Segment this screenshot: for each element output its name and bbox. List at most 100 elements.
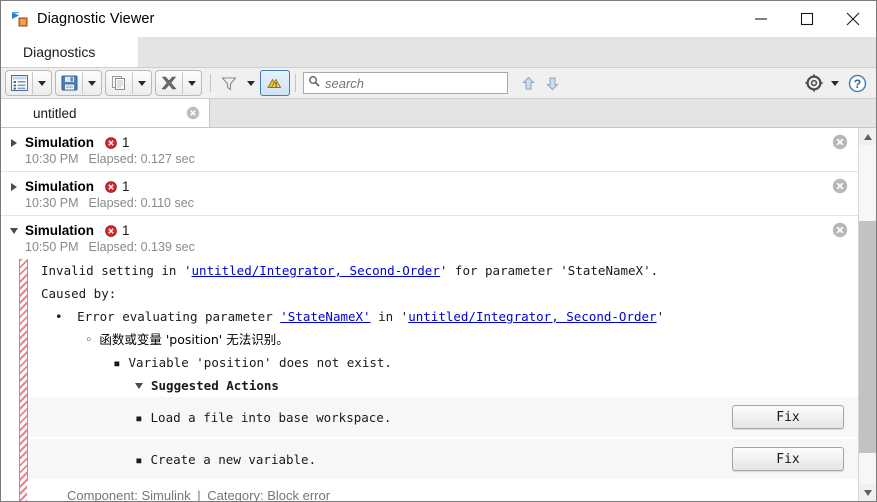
simulation-row[interactable]: Simulation 1 10:50 PM Elapsed: 0.139 sec <box>1 216 858 259</box>
suggested-action-row: Create a new variable. Fix <box>27 439 858 481</box>
error-circle-icon <box>105 136 117 149</box>
simulation-meta: 10:30 PM Elapsed: 0.127 sec <box>1 152 858 166</box>
expand-collapse-icon[interactable] <box>7 227 21 234</box>
filter-dropdown-icon[interactable] <box>242 72 260 94</box>
error-text-pre: Invalid setting in ' <box>41 263 192 278</box>
search-input[interactable] <box>320 74 503 92</box>
parameter-link[interactable]: 'StateNameX' <box>280 309 370 324</box>
error-text-post: ' for parameter 'StateNameX'. <box>439 263 659 278</box>
simulation-title: Simulation <box>25 135 95 150</box>
tab-close-icon[interactable] <box>185 105 201 121</box>
component-separator: | <box>197 488 201 501</box>
simulation-elapsed: Elapsed: 0.127 sec <box>88 152 195 166</box>
expand-collapse-icon[interactable] <box>7 182 21 191</box>
error-detail-block: Invalid setting in 'untitled/Integrator,… <box>1 259 858 501</box>
svg-text:?: ? <box>853 77 860 91</box>
gear-icon[interactable] <box>802 72 826 94</box>
arrow-down-icon[interactable] <box>540 71 564 95</box>
window-controls <box>738 1 876 37</box>
simulation-time: 10:30 PM <box>25 196 79 210</box>
document-tab-strip: untitled <box>1 99 876 128</box>
view-settings-group <box>5 70 52 96</box>
error-cause-line-variable: Variable 'position' does not exist. <box>27 351 858 374</box>
simulation-meta: 10:50 PM Elapsed: 0.139 sec <box>1 240 858 254</box>
page-title: Diagnostic Viewer <box>37 11 155 27</box>
error-severity-stripe <box>19 259 28 501</box>
error-circle-icon <box>105 224 117 237</box>
toolbar-divider-2 <box>295 74 296 92</box>
row-close-icon[interactable] <box>832 134 848 150</box>
row-close-icon[interactable] <box>832 178 848 194</box>
save-group <box>55 70 102 96</box>
tab-diagnostics[interactable]: Diagnostics <box>1 37 111 67</box>
scroll-down-icon[interactable] <box>859 484 876 501</box>
error-cause-line: Error evaluating parameter 'StateNameX' … <box>27 305 858 328</box>
category-prefix: Category: <box>207 488 264 501</box>
save-dropdown-icon[interactable] <box>82 72 101 94</box>
tab-diagnostics-label: Diagnostics <box>23 44 96 60</box>
component-value: Simulink <box>141 488 191 501</box>
clear-group <box>155 70 202 96</box>
simulation-meta: 10:30 PM Elapsed: 0.110 sec <box>1 196 858 210</box>
simulation-elapsed: Elapsed: 0.139 sec <box>88 240 195 254</box>
list-view-icon[interactable] <box>6 72 32 94</box>
category-value: Block error <box>267 488 331 501</box>
error-circle-icon <box>105 180 117 193</box>
simulation-header[interactable]: Simulation 1 <box>1 222 858 239</box>
toolbar: ? <box>1 68 876 99</box>
suggested-actions-label: Suggested Actions <box>151 378 279 393</box>
block-path-link[interactable]: untitled/Integrator, Second-Order <box>192 263 440 278</box>
error-count: 1 <box>122 179 130 194</box>
arrow-up-icon[interactable] <box>516 71 540 95</box>
maximize-icon[interactable] <box>784 1 830 37</box>
row-close-icon[interactable] <box>832 222 848 238</box>
warnings-toggle-button[interactable] <box>260 70 290 96</box>
diagnostic-viewer-window: Diagnostic Viewer Diagnostics search ? u… <box>0 0 877 502</box>
error-count: 1 <box>122 135 130 150</box>
search-box[interactable] <box>303 72 508 94</box>
fix-button[interactable]: Fix <box>732 447 844 471</box>
gray-x-icon[interactable] <box>156 72 182 94</box>
simulation-time: 10:50 PM <box>25 240 79 254</box>
scrollbar-track[interactable] <box>859 145 876 484</box>
error-message-line: Invalid setting in 'untitled/Integrator,… <box>27 259 858 282</box>
suggested-action-label: Load a file into base workspace. <box>27 410 392 425</box>
view-settings-dropdown-icon[interactable] <box>32 72 51 94</box>
simulation-row[interactable]: Simulation 1 10:30 PM Elapsed: 0.110 sec <box>1 172 858 216</box>
simulation-elapsed: Elapsed: 0.110 sec <box>88 196 194 210</box>
filter-group <box>216 71 260 95</box>
floppy-disk-icon[interactable] <box>56 72 82 94</box>
simulation-header[interactable]: Simulation 1 <box>1 178 858 195</box>
settings-dropdown-icon[interactable] <box>826 72 844 94</box>
suggested-action-row: Load a file into base workspace. Fix <box>27 397 858 439</box>
funnel-icon[interactable] <box>216 72 242 94</box>
vertical-scrollbar[interactable] <box>858 128 876 501</box>
minimize-icon[interactable] <box>738 1 784 37</box>
fix-button[interactable]: Fix <box>732 405 844 429</box>
scroll-up-icon[interactable] <box>859 128 876 145</box>
help-question-icon[interactable]: ? <box>844 72 870 94</box>
close-icon[interactable] <box>830 1 876 37</box>
toolbar-divider-1 <box>210 74 211 92</box>
content-area: Simulation 1 10:30 PM Elapsed: 0.127 sec <box>1 128 876 501</box>
clear-dropdown-icon[interactable] <box>182 72 201 94</box>
simulation-title: Simulation <box>25 179 95 194</box>
chevron-down-icon[interactable] <box>135 383 143 389</box>
scroll-thumb[interactable] <box>859 221 876 453</box>
simulation-row[interactable]: Simulation 1 10:30 PM Elapsed: 0.127 sec <box>1 128 858 172</box>
copy-dropdown-icon[interactable] <box>132 72 151 94</box>
simulation-title: Simulation <box>25 223 95 238</box>
block-path-link[interactable]: untitled/Integrator, Second-Order <box>408 309 656 324</box>
copy-pages-icon[interactable] <box>106 72 132 94</box>
expand-collapse-icon[interactable] <box>7 138 21 147</box>
caused-by-label: Caused by: <box>41 286 117 301</box>
simulation-time: 10:30 PM <box>25 152 79 166</box>
cause-text-pre: Error evaluating parameter <box>77 309 281 324</box>
document-tab-untitled[interactable]: untitled <box>1 99 210 127</box>
copy-group <box>105 70 152 96</box>
component-prefix: Component: <box>67 488 138 501</box>
top-tab-strip: Diagnostics <box>1 37 876 68</box>
cause-text-mid: in ' <box>370 309 409 324</box>
simulation-header[interactable]: Simulation 1 <box>1 134 858 151</box>
suggested-actions-header[interactable]: Suggested Actions <box>27 374 858 397</box>
